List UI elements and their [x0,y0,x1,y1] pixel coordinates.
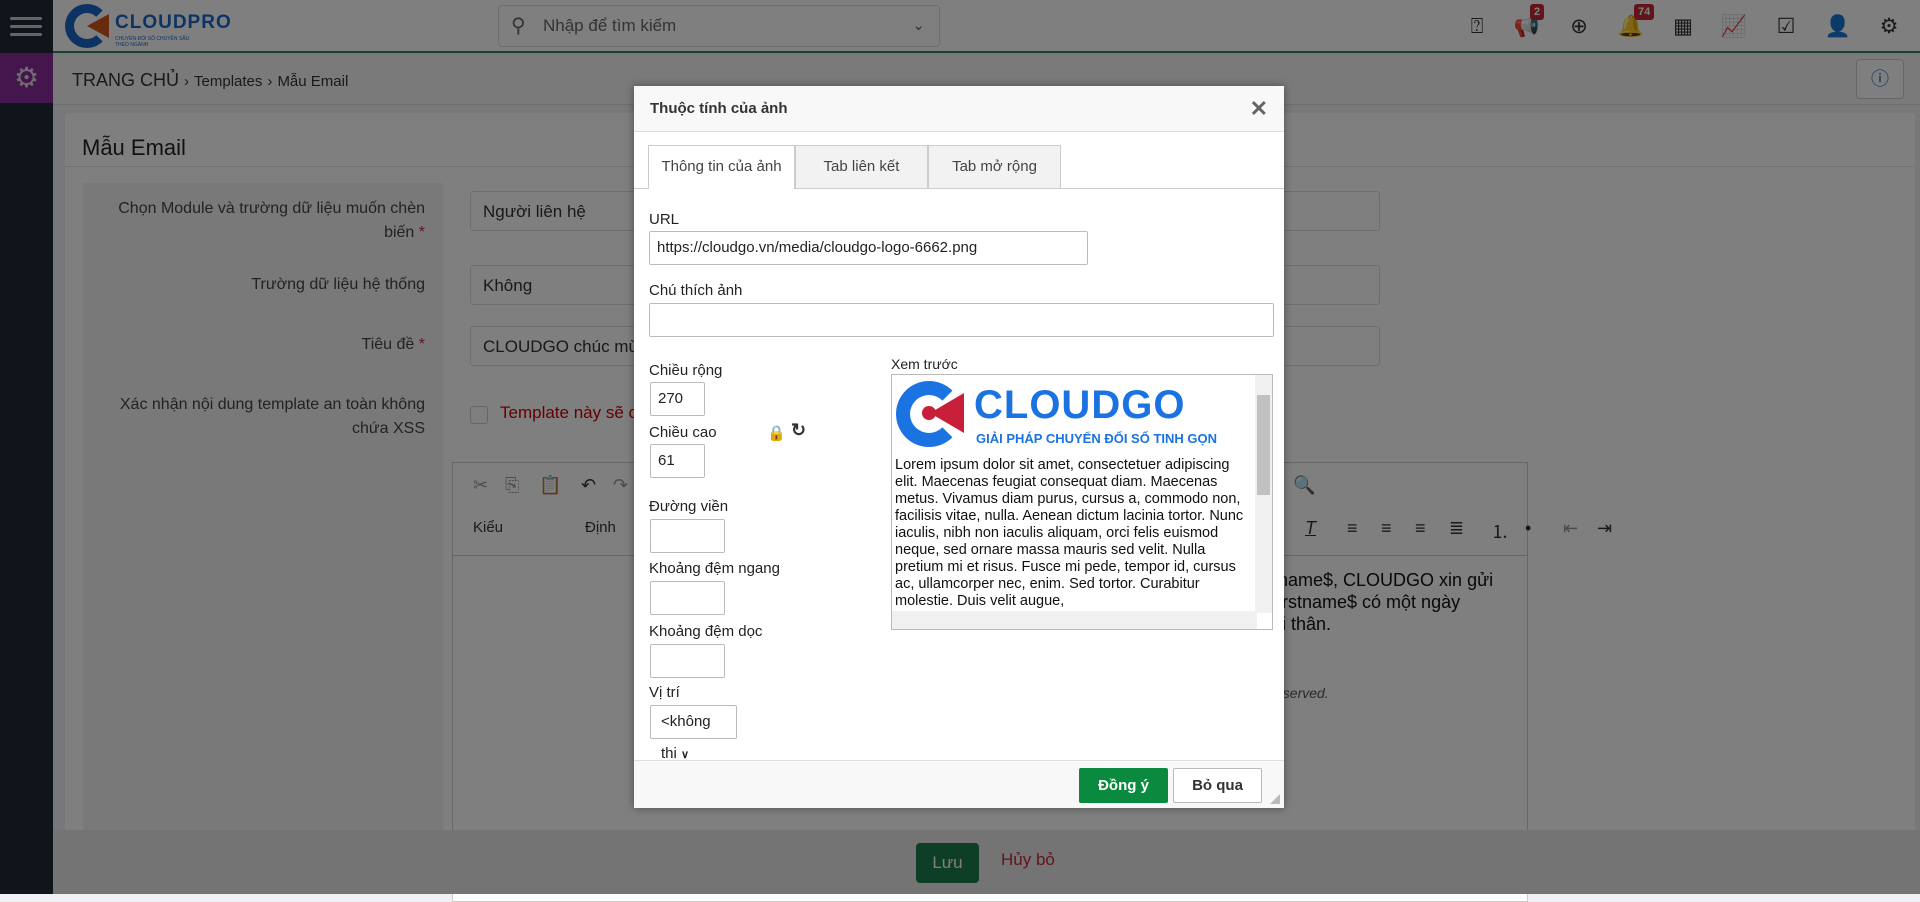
hspace-label: Khoảng đệm ngang [649,560,780,577]
alt-text-label: Chú thích ảnh [649,282,743,299]
dialog-title: Thuộc tính của ảnh [634,86,1284,132]
preview-text: Lorem ipsum dolor sit amet, consectetuer… [895,457,1244,609]
cloudgo-logo-image: CLOUDGO GIẢI PHÁP CHUYỂN ĐỔI SỐ TINH GỌN [896,379,1236,453]
url-input[interactable]: https://cloudgo.vn/media/cloudgo-logo-66… [649,231,1088,265]
preview-logo-name: CLOUDGO [974,383,1186,427]
align-select[interactable]: <không thi ∨ [650,705,737,762]
hspace-input[interactable] [650,581,725,615]
height-label: Chiều cao [649,424,717,441]
align-label: Vị trí [649,684,680,701]
dialog-footer: Đồng ý Bỏ qua [634,760,1284,808]
image-preview: CLOUDGO GIẢI PHÁP CHUYỂN ĐỔI SỐ TINH GỌN… [891,374,1273,630]
close-icon[interactable]: ✕ [1250,96,1268,122]
reset-size-icon[interactable]: ↻ [791,420,806,441]
active-tab-mask [649,187,794,189]
border-label: Đường viền [649,498,729,515]
alt-text-input[interactable] [649,303,1274,337]
preview-label: Xem trước [891,356,958,372]
preview-logo-tagline: GIẢI PHÁP CHUYỂN ĐỔI SỐ TINH GỌN [976,431,1218,446]
vspace-input[interactable] [650,644,725,678]
tab-image-info[interactable]: Thông tin của ảnh [648,145,795,189]
border-input[interactable] [650,519,725,553]
image-properties-dialog: Thuộc tính của ảnh ✕ Thông tin của ảnh T… [634,86,1284,808]
tab-link[interactable]: Tab liên kết [795,145,928,188]
tab-advanced[interactable]: Tab mở rộng [928,145,1061,188]
preview-horizontal-scrollbar[interactable] [892,611,1257,629]
url-label: URL [649,211,680,228]
width-input[interactable]: 270 [650,382,705,416]
ok-button[interactable]: Đồng ý [1079,768,1168,803]
lock-ratio-icon[interactable]: 🔒 [767,424,786,442]
vspace-label: Khoảng đệm dọc [649,623,763,640]
cancel-button[interactable]: Bỏ qua [1173,768,1262,803]
width-label: Chiều rộng [649,362,723,379]
resize-handle[interactable] [1270,794,1280,804]
preview-vertical-scrollbar[interactable] [1255,375,1272,613]
height-input[interactable]: 61 [650,444,705,478]
